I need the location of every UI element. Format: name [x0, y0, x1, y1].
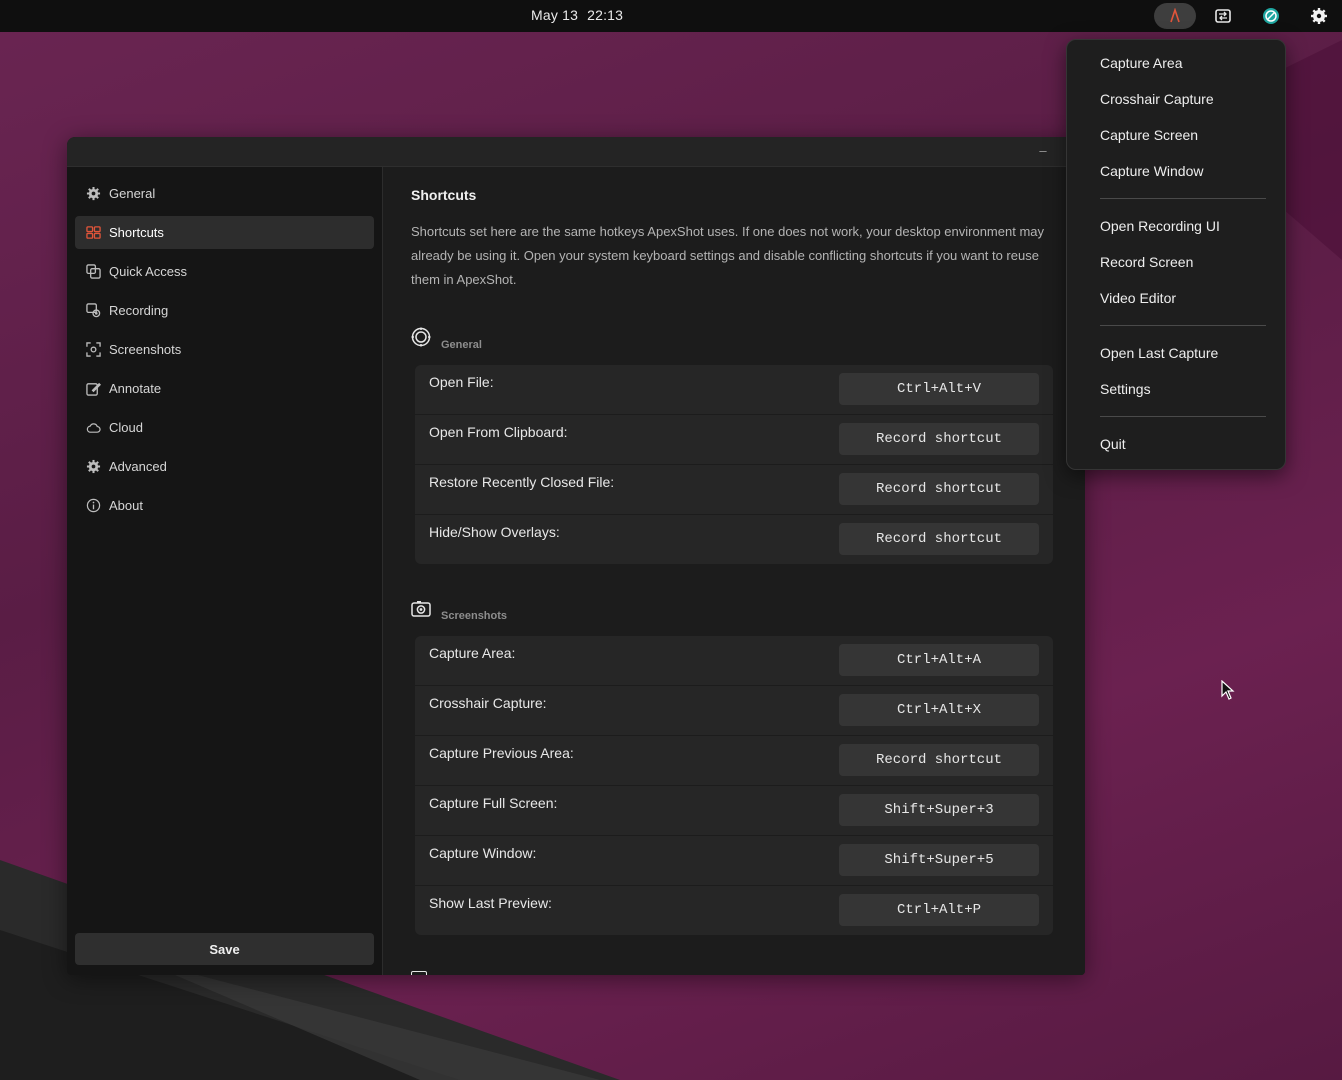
- shortcuts-panel: Shortcuts Shortcuts set here are the sam…: [383, 167, 1085, 975]
- menu-item-record-screen[interactable]: Record Screen: [1100, 252, 1193, 272]
- shortcut-label: Open File:: [429, 374, 494, 390]
- copy-stack-icon: [85, 264, 101, 280]
- cloud-icon: [85, 420, 101, 436]
- shortcut-recorder-button[interactable]: Shift+Super+5: [839, 844, 1039, 876]
- shortcut-recorder-button[interactable]: Record shortcut: [839, 744, 1039, 776]
- next-section-icon: [411, 971, 427, 975]
- shortcut-row: Capture Area: Ctrl+Alt+A: [415, 636, 1053, 686]
- sidebar: General Shortcuts Quick Access Recording…: [67, 167, 383, 975]
- shortcut-row: Capture Window: Shift+Super+5: [415, 836, 1053, 886]
- shortcut-row: Open From Clipboard: Record shortcut: [415, 415, 1053, 465]
- menu-item-settings[interactable]: Settings: [1100, 379, 1151, 399]
- shortcut-group-general: Open File: Ctrl+Alt+V Open From Clipboar…: [415, 365, 1053, 564]
- page-description: Shortcuts set here are the same hotkeys …: [411, 224, 1045, 287]
- shortcut-label: Crosshair Capture:: [429, 695, 547, 711]
- menu-separator: [1100, 325, 1266, 326]
- sidebar-item-advanced[interactable]: Advanced: [75, 450, 374, 483]
- shortcut-recorder-button[interactable]: Record shortcut: [839, 523, 1039, 555]
- shortcut-label: Restore Recently Closed File:: [429, 474, 615, 490]
- shortcut-row: Hide/Show Overlays: Record shortcut: [415, 515, 1053, 564]
- screen-share-icon[interactable]: [1211, 4, 1235, 28]
- shortcut-row: Restore Recently Closed File: Record sho…: [415, 465, 1053, 515]
- settings-gear-icon[interactable]: [1307, 4, 1331, 28]
- sidebar-item-annotate[interactable]: Annotate: [75, 372, 374, 405]
- shortcut-recorder-button[interactable]: Ctrl+Alt+X: [839, 694, 1039, 726]
- menu-item-crosshair-capture[interactable]: Crosshair Capture: [1100, 89, 1214, 109]
- sidebar-item-general[interactable]: General: [75, 177, 374, 210]
- sidebar-item-label: Recording: [109, 303, 169, 318]
- shortcut-label: Capture Window:: [429, 845, 537, 861]
- menu-item-open-last-capture[interactable]: Open Last Capture: [1100, 343, 1218, 363]
- shortcut-group-screenshots: Capture Area: Ctrl+Alt+A Crosshair Captu…: [415, 636, 1053, 935]
- page-title: Shortcuts: [411, 187, 477, 203]
- sidebar-item-recording[interactable]: Recording: [75, 294, 374, 327]
- sidebar-item-about[interactable]: About: [75, 489, 374, 522]
- sidebar-item-label: Annotate: [109, 381, 162, 396]
- recording-icon: [85, 303, 101, 319]
- sidebar-item-label: About: [109, 498, 143, 513]
- shortcut-label: Open From Clipboard:: [429, 424, 568, 440]
- menu-item-video-editor[interactable]: Video Editor: [1100, 288, 1176, 308]
- shortcut-recorder-button[interactable]: Record shortcut: [839, 423, 1039, 455]
- vpn-globe-icon[interactable]: [1259, 4, 1283, 28]
- menu-item-capture-area[interactable]: Capture Area: [1100, 53, 1183, 73]
- menu-separator: [1100, 198, 1266, 199]
- shortcut-row: Capture Previous Area: Record shortcut: [415, 736, 1053, 786]
- section-header-general: General: [411, 327, 482, 352]
- shortcut-label: Show Last Preview:: [429, 895, 552, 911]
- menu-separator: [1100, 416, 1266, 417]
- screenshot-frame-icon: [85, 342, 101, 358]
- advanced-gear-icon: [85, 459, 101, 475]
- shortcut-label: Capture Full Screen:: [429, 795, 558, 811]
- section-label: General: [441, 339, 482, 351]
- info-icon: [85, 498, 101, 514]
- shortcut-row: Show Last Preview: Ctrl+Alt+P: [415, 886, 1053, 935]
- shortcut-label: Hide/Show Overlays:: [429, 524, 560, 540]
- edit-square-icon: [85, 381, 101, 397]
- save-button[interactable]: Save: [75, 933, 374, 965]
- shortcut-recorder-button[interactable]: Ctrl+Alt+P: [839, 894, 1039, 926]
- shortcut-row: Capture Full Screen: Shift+Super+3: [415, 786, 1053, 836]
- menu-item-capture-screen[interactable]: Capture Screen: [1100, 125, 1198, 145]
- camera-icon: [411, 600, 431, 623]
- sidebar-item-screenshots[interactable]: Screenshots: [75, 333, 374, 366]
- section-label: Screenshots: [441, 610, 508, 622]
- shortcut-recorder-button[interactable]: Record shortcut: [839, 473, 1039, 505]
- menu-item-quit[interactable]: Quit: [1100, 434, 1126, 454]
- shortcut-recorder-button[interactable]: Shift+Super+3: [839, 794, 1039, 826]
- menu-item-open-recording-ui[interactable]: Open Recording UI: [1100, 216, 1220, 236]
- sidebar-item-label: Advanced: [109, 459, 167, 474]
- sidebar-item-quick-access[interactable]: Quick Access: [75, 255, 374, 288]
- gear-icon: [85, 186, 101, 202]
- sidebar-item-label: Screenshots: [109, 342, 182, 357]
- shortcut-label: Capture Area:: [429, 645, 516, 661]
- general-section-icon: [411, 327, 431, 352]
- apexshot-tray-icon[interactable]: [1154, 3, 1196, 29]
- sidebar-item-cloud[interactable]: Cloud: [75, 411, 374, 444]
- shortcuts-grid-icon: [85, 225, 101, 241]
- settings-window: – General Shortcuts Quick Access Recordi…: [67, 137, 1085, 975]
- shortcut-row: Crosshair Capture: Ctrl+Alt+X: [415, 686, 1053, 736]
- section-header-screenshots: Screenshots: [411, 599, 507, 623]
- shortcut-recorder-button[interactable]: Ctrl+Alt+A: [839, 644, 1039, 676]
- clock-date: May 13: [531, 7, 579, 23]
- clock[interactable]: May 13 22:13: [531, 7, 623, 23]
- window-titlebar[interactable]: –: [67, 137, 1085, 167]
- mouse-cursor-icon: [1221, 679, 1235, 705]
- sidebar-item-label: Cloud: [109, 420, 143, 435]
- minimize-button[interactable]: –: [1037, 143, 1049, 159]
- menu-item-capture-window[interactable]: Capture Window: [1100, 161, 1204, 181]
- sidebar-item-label: Shortcuts: [109, 225, 164, 240]
- shortcut-recorder-button[interactable]: Ctrl+Alt+V: [839, 373, 1039, 405]
- tray-menu: Capture Area Crosshair Capture Capture S…: [1066, 39, 1286, 470]
- shortcut-label: Capture Previous Area:: [429, 745, 574, 761]
- sidebar-item-label: General: [109, 186, 156, 201]
- clock-time: 22:13: [587, 7, 624, 23]
- top-bar: May 13 22:13: [0, 0, 1342, 32]
- sidebar-item-label: Quick Access: [109, 264, 188, 279]
- shortcut-row: Open File: Ctrl+Alt+V: [415, 365, 1053, 415]
- sidebar-item-shortcuts[interactable]: Shortcuts: [75, 216, 374, 249]
